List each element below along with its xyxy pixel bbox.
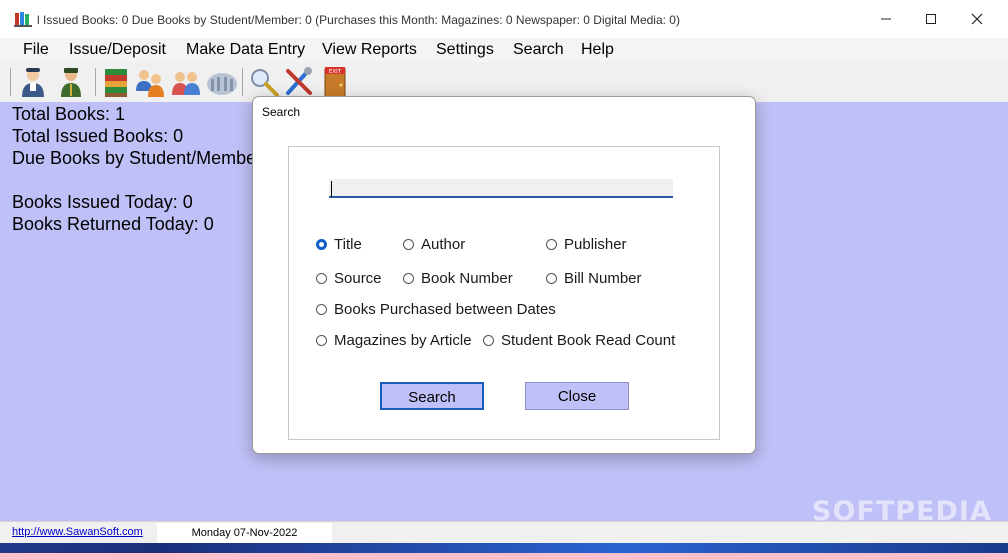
users-group-button[interactable] — [133, 65, 167, 99]
users-group-icon — [136, 70, 164, 97]
radio-icon — [316, 304, 327, 315]
option-label: Books Purchased between Dates — [334, 301, 556, 318]
total-issued-text: Total Issued Books: 0 — [12, 126, 184, 146]
menu-file[interactable]: File — [23, 41, 49, 59]
menu-search[interactable]: Search — [513, 41, 564, 59]
option-label: Bill Number — [564, 270, 642, 287]
option-label: Publisher — [564, 236, 627, 253]
people-icon — [172, 72, 200, 95]
radio-icon — [403, 273, 414, 284]
exit-button[interactable]: EXIT — [318, 65, 352, 99]
menu-make-data-entry[interactable]: Make Data Entry — [186, 41, 305, 59]
option-label: Student Book Read Count — [501, 332, 676, 349]
option-source[interactable]: Source — [316, 270, 382, 287]
radio-icon — [316, 335, 327, 346]
close-window-button[interactable] — [954, 0, 1000, 38]
softpedia-watermark: SOFTPEDIA — [812, 496, 992, 527]
students-icon — [22, 68, 44, 97]
website-link[interactable]: http://www.SawanSoft.com — [12, 526, 143, 538]
option-label: Source — [334, 270, 382, 287]
title-bar[interactable]: l Issued Books: 0 Due Books by Student/M… — [0, 0, 1008, 38]
books-button[interactable] — [99, 65, 133, 99]
radio-selected-icon — [316, 239, 327, 250]
option-label: Book Number — [421, 270, 513, 287]
close-button[interactable]: Close — [525, 382, 629, 410]
toolbar-separator — [242, 68, 243, 96]
search-tool-button[interactable] — [247, 65, 281, 99]
radio-icon — [403, 239, 414, 250]
tools-button[interactable] — [282, 65, 316, 99]
app-books-icon — [14, 12, 32, 27]
menu-view-reports[interactable]: View Reports — [322, 41, 417, 59]
option-label: Title — [334, 236, 362, 253]
minimize-icon — [881, 18, 891, 20]
menu-bar: File Issue/Deposit Make Data Entry View … — [0, 38, 1008, 62]
option-bill-number[interactable]: Bill Number — [546, 270, 642, 287]
radio-icon — [546, 273, 557, 284]
people-button[interactable] — [169, 65, 203, 99]
exit-label: EXIT — [329, 69, 342, 75]
dialog-title: Search — [262, 105, 301, 119]
exit-door-icon: EXIT — [324, 67, 346, 98]
maximize-icon — [926, 14, 936, 24]
window-title: l Issued Books: 0 Due Books by Student/M… — [37, 13, 680, 27]
member-button[interactable] — [54, 65, 88, 99]
due-books-text: Due Books by Student/Member: 0 — [12, 148, 283, 168]
search-tool-icon — [251, 69, 279, 97]
option-publisher[interactable]: Publisher — [546, 236, 627, 253]
menu-issue-deposit[interactable]: Issue/Deposit — [69, 41, 166, 59]
close-icon — [971, 13, 983, 25]
search-dialog: Search Title Author Publisher Source Boo… — [252, 96, 756, 454]
library-icon — [207, 73, 237, 95]
option-label: Magazines by Article — [334, 332, 472, 349]
search-button[interactable]: Search — [380, 382, 484, 410]
library-button[interactable] — [205, 65, 239, 99]
toolbar-separator — [95, 68, 96, 96]
radio-icon — [316, 273, 327, 284]
issued-today-text: Books Issued Today: 0 — [12, 192, 193, 212]
text-caret — [331, 181, 332, 197]
option-magazines-by-article[interactable]: Magazines by Article — [316, 332, 472, 349]
member-icon — [61, 68, 81, 97]
date-display: Monday 07-Nov-2022 — [157, 523, 332, 543]
menu-help[interactable]: Help — [581, 41, 614, 59]
total-books-text: Total Books: 1 — [12, 104, 126, 124]
search-options-panel: Title Author Publisher Source Book Numbe… — [288, 146, 720, 440]
menu-settings[interactable]: Settings — [436, 41, 494, 59]
option-student-read-count[interactable]: Student Book Read Count — [483, 332, 675, 349]
maximize-button[interactable] — [908, 0, 954, 38]
returned-today-text: Books Returned Today: 0 — [12, 214, 214, 234]
radio-icon — [546, 239, 557, 250]
option-book-number[interactable]: Book Number — [403, 270, 513, 287]
option-title[interactable]: Title — [316, 236, 362, 253]
option-author[interactable]: Author — [403, 236, 465, 253]
radio-icon — [483, 335, 494, 346]
students-button[interactable] — [16, 65, 50, 99]
books-icon — [105, 69, 127, 97]
toolbar-grip — [10, 68, 11, 96]
search-input[interactable] — [329, 179, 673, 198]
minimize-button[interactable] — [863, 0, 909, 38]
option-purchased-between-dates[interactable]: Books Purchased between Dates — [316, 301, 556, 318]
option-label: Author — [421, 236, 466, 253]
tools-icon — [286, 67, 312, 95]
